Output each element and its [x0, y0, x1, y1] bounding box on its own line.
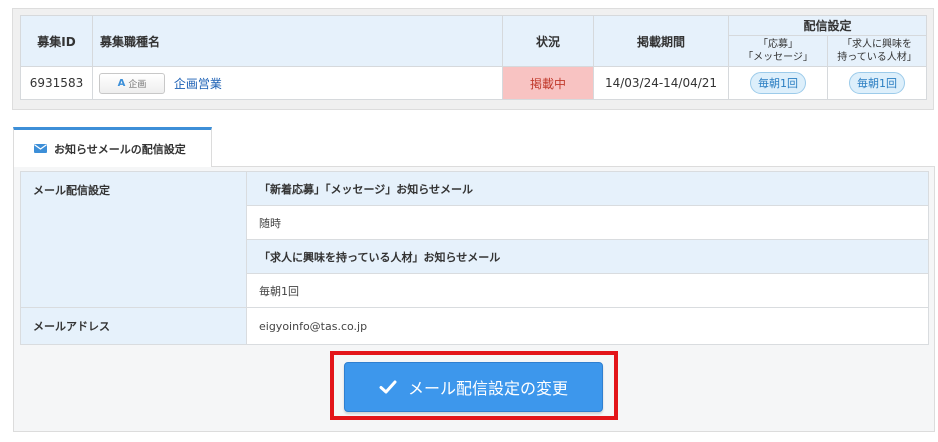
- header-delivery-apply: 「応募」 「メッセージ」: [728, 35, 828, 67]
- header-id: 募集ID: [20, 15, 93, 67]
- job-table: 募集ID 募集職種名 状況 掲載期間 配信設定 「応募」 「メッセージ」 「求人…: [20, 15, 927, 100]
- header-delivery: 配信設定: [728, 15, 927, 36]
- header-delivery-apply-line1: 「応募」: [758, 39, 798, 50]
- job-kind-letter: A: [117, 77, 126, 89]
- header-delivery-apply-line2: 「メッセージ」: [743, 52, 813, 63]
- delivery-interest-pill[interactable]: 毎朝1回: [849, 72, 905, 94]
- header-delivery-interest-line2: 持っている人材」: [837, 52, 917, 63]
- status-badge: 掲載中: [502, 66, 594, 100]
- job-period: 14/03/24-14/04/21: [593, 66, 729, 100]
- address-label: メールアドレス: [20, 307, 247, 345]
- job-name-cell: A 企画 企画営業: [92, 66, 503, 100]
- job-name-link[interactable]: 企画営業: [174, 77, 222, 91]
- section-apply-value: 随時: [246, 205, 929, 240]
- job-summary: 募集ID 募集職種名 状況 掲載期間 配信設定 「応募」 「メッセージ」 「求人…: [12, 8, 934, 110]
- header-status: 状況: [502, 15, 594, 67]
- tab-mail-settings[interactable]: お知らせメールの配信設定: [13, 127, 212, 167]
- header-period: 掲載期間: [593, 15, 729, 67]
- section-interest-title: 「求人に興味を持っている人材」お知らせメール: [246, 239, 929, 274]
- settings-table: メール配信設定 「新着応募」「メッセージ」お知らせメール 随時 「求人に興味を持…: [20, 171, 929, 345]
- header-delivery-interest: 「求人に興味を 持っている人材」: [827, 35, 927, 67]
- header-name: 募集職種名: [92, 15, 503, 67]
- job-id: 6931583: [20, 66, 93, 100]
- table-row: 6931583 A 企画 企画営業 掲載中 14/03/24-14/04/21 …: [20, 66, 927, 100]
- tab-label: お知らせメールの配信設定: [54, 142, 186, 156]
- address-value: eigyoinfo@tas.co.jp: [246, 307, 929, 345]
- job-kind-badge[interactable]: A 企画: [99, 72, 165, 94]
- job-kind-label: 企画: [128, 79, 147, 90]
- delivery-apply-cell: 毎朝1回: [728, 66, 828, 100]
- change-mail-settings-label: メール配信設定の変更: [407, 379, 568, 398]
- envelope-icon: [34, 144, 47, 153]
- check-icon: [379, 380, 397, 394]
- delivery-interest-cell: 毎朝1回: [827, 66, 927, 100]
- header-delivery-interest-line1: 「求人に興味を: [842, 39, 912, 50]
- delivery-apply-pill[interactable]: 毎朝1回: [750, 72, 806, 94]
- section-apply-title: 「新着応募」「メッセージ」お知らせメール: [246, 171, 929, 206]
- change-mail-settings-button[interactable]: メール配信設定の変更: [344, 362, 603, 412]
- mail-delivery-label: メール配信設定: [20, 171, 247, 308]
- section-interest-value: 毎朝1回: [246, 273, 929, 308]
